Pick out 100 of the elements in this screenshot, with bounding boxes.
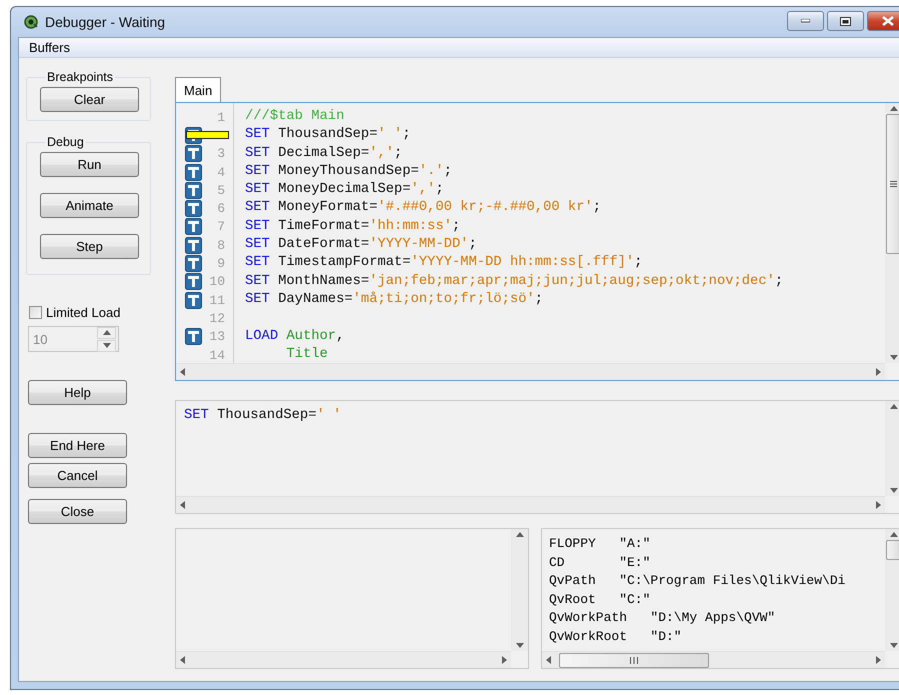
scroll-up-icon[interactable]: [516, 532, 524, 537]
code-text: ;: [774, 272, 784, 291]
line-number: 5: [217, 182, 225, 198]
string-literal: 'må;ti;on;to;fr;lö;sö': [352, 290, 535, 309]
breakpoint-icon[interactable]: [185, 273, 202, 290]
code-text: ;: [402, 126, 411, 144]
breakpoint-icon[interactable]: [185, 292, 202, 309]
line-number: 10: [209, 274, 225, 290]
variable-value: "E:": [619, 554, 650, 572]
maximize-button[interactable]: [827, 11, 864, 31]
group-title: Breakpoints: [46, 70, 114, 84]
keyword: SET: [245, 126, 270, 144]
horizontal-scrollbar[interactable]: [176, 651, 511, 668]
code-text: ThousandSep=: [277, 126, 378, 144]
code-text: TimestampFormat=: [277, 254, 411, 272]
scrollbar-thumb[interactable]: [886, 540, 899, 560]
line-number: 13: [209, 329, 225, 344]
breakpoint-icon[interactable]: [185, 145, 202, 162]
keyword: LOAD: [245, 328, 278, 346]
variable-value: "C:": [619, 590, 650, 608]
breakpoint-icon[interactable]: [185, 255, 202, 272]
breakpoint-icon[interactable]: [185, 182, 202, 199]
string-literal: ' ': [377, 126, 402, 144]
menu-item[interactable]: Buffers: [27, 40, 72, 55]
scroll-down-icon[interactable]: [516, 643, 524, 648]
vertical-scrollbar[interactable]: [885, 401, 899, 496]
line-number: 9: [217, 256, 225, 272]
variable-name: QvPath: [549, 572, 596, 590]
scroll-up-icon[interactable]: [890, 532, 898, 537]
vertical-scrollbar[interactable]: [511, 529, 528, 651]
variable-value: "D:\My Apps\QVW": [650, 609, 776, 627]
breakpoint-icon[interactable]: [185, 218, 202, 236]
horizontal-scrollbar[interactable]: [542, 651, 885, 668]
clear-button[interactable]: Clear: [40, 87, 139, 112]
variable-name: QvWorkPath: [549, 609, 628, 627]
minimize-button[interactable]: [787, 11, 824, 31]
variable-value: "D:": [650, 628, 682, 646]
field-name: Author: [286, 328, 336, 346]
breakpoint-icon[interactable]: [185, 200, 202, 218]
debug-button[interactable]: Animate: [40, 193, 139, 218]
scroll-right-icon[interactable]: [876, 656, 881, 664]
dialog-button[interactable]: Cancel: [28, 463, 127, 488]
code-text: DecimalSep=: [277, 144, 370, 163]
keyword: SET: [245, 144, 270, 163]
scroll-right-icon[interactable]: [876, 368, 881, 376]
app-icon: [24, 14, 39, 30]
dialog-button[interactable]: End Here: [28, 433, 127, 458]
horizontal-scrollbar[interactable]: [176, 363, 885, 380]
scroll-right-icon[interactable]: [876, 501, 881, 509]
breakpoint-icon[interactable]: [185, 164, 202, 181]
debug-button[interactable]: Run: [40, 152, 139, 177]
checkbox-label: Limited Load: [46, 305, 120, 320]
scroll-left-icon[interactable]: [180, 368, 185, 376]
line-number: 7: [217, 219, 225, 234]
script-editor[interactable]: [175, 102, 899, 381]
scrollbar-thumb[interactable]: [559, 652, 709, 668]
string-literal: '#.##0,00 kr;-#.##0,00 kr': [377, 199, 593, 218]
scroll-up-icon[interactable]: [890, 106, 898, 111]
code-text: MoneyFormat=: [277, 199, 378, 218]
dialog-button[interactable]: Close: [28, 499, 127, 524]
variable-name: QvWorkRoot: [549, 628, 628, 646]
line-number: 11: [209, 292, 225, 308]
scroll-left-icon[interactable]: [546, 656, 551, 664]
keyword: SET: [245, 162, 270, 181]
breakpoint-icon[interactable]: [185, 328, 202, 346]
keyword: SET: [245, 272, 270, 291]
line-number: 3: [217, 146, 225, 162]
restore-icon: [840, 16, 851, 26]
code-text: ;: [444, 162, 452, 181]
scroll-left-icon[interactable]: [180, 656, 185, 664]
line-number: 8: [217, 238, 225, 253]
scroll-left-icon[interactable]: [180, 501, 185, 509]
vertical-scrollbar[interactable]: [885, 529, 899, 651]
keyword: SET: [245, 290, 270, 309]
variable-name: QvRoot: [549, 590, 596, 608]
horizontal-scrollbar[interactable]: [176, 496, 885, 513]
variable-value: "A:": [619, 535, 650, 553]
scroll-up-icon[interactable]: [890, 404, 898, 409]
string-literal: ' ': [316, 407, 342, 425]
line-number: 14: [209, 348, 225, 362]
string-literal: ',': [369, 144, 394, 163]
minimize-icon: [801, 19, 810, 23]
keyword: SET: [245, 236, 270, 254]
code-text: ;: [634, 254, 642, 272]
code-text: ,: [336, 328, 344, 346]
vertical-scrollbar[interactable]: [885, 103, 899, 363]
code-text: ;: [435, 181, 444, 200]
scroll-down-icon[interactable]: [890, 643, 898, 648]
breakpoint-icon[interactable]: [185, 236, 202, 254]
tab[interactable]: Main: [175, 77, 222, 102]
code-text: MoneyDecimalSep=: [277, 181, 411, 200]
group-title: Debug: [46, 135, 85, 149]
close-button[interactable]: [867, 11, 899, 31]
keyword: SET: [184, 407, 209, 425]
scroll-right-icon[interactable]: [502, 656, 507, 664]
scroll-down-icon[interactable]: [890, 355, 898, 360]
scroll-down-icon[interactable]: [890, 488, 898, 493]
dialog-button[interactable]: Help: [28, 380, 127, 405]
debug-button[interactable]: Step: [40, 234, 139, 259]
scrollbar-thumb[interactable]: [886, 114, 899, 254]
